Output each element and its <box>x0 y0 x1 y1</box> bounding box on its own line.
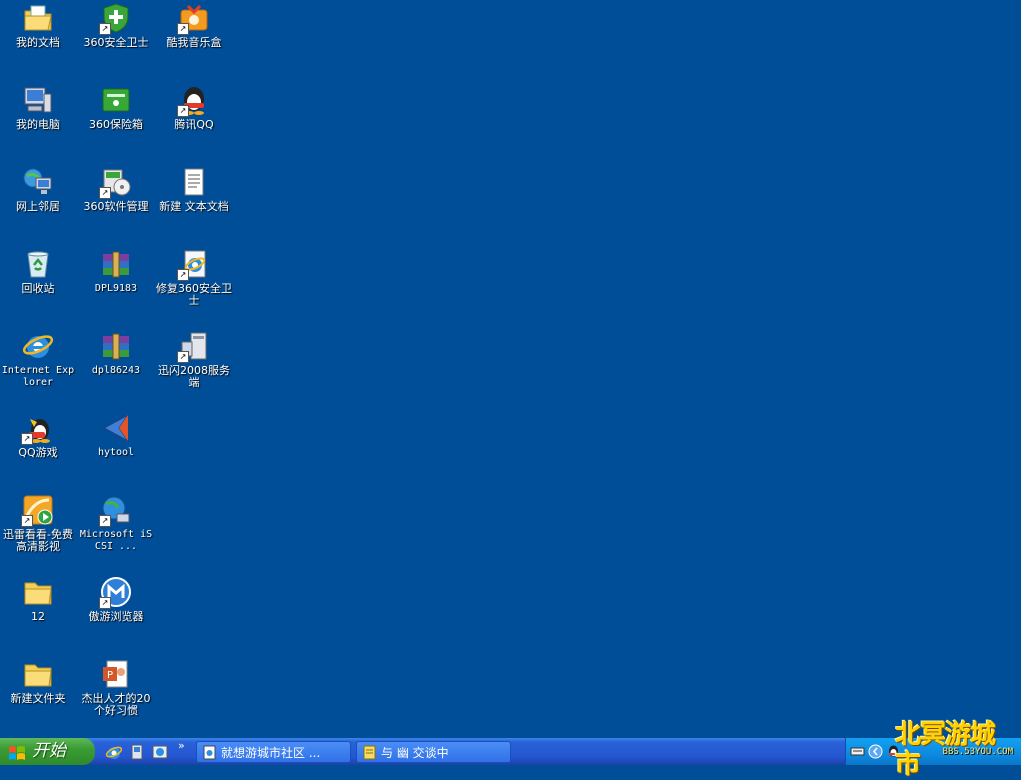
quicklaunch-ie-icon[interactable] <box>105 743 123 761</box>
qq-penguin-icon: ↗ <box>177 84 210 117</box>
powerpoint-icon: P <box>100 658 132 690</box>
icon-label: 我的电脑 <box>16 118 60 131</box>
windows-flag-icon <box>8 743 26 760</box>
desktop-icon-iscsi[interactable]: ↗ Microsoft iSCSI ... <box>77 492 155 553</box>
desktop-icon-my-documents[interactable]: 我的文档 <box>0 0 77 49</box>
desktop-icon-my-computer[interactable]: 我的电脑 <box>0 82 77 131</box>
taskbar-button-label: 就想游城市社区 ... <box>221 746 321 760</box>
desktop-icon-internet-explorer[interactable]: Internet Explorer <box>0 328 77 389</box>
taskbar: 开始 » 就想游城市社区 ... 与 幽 交谈中 <box>0 738 1021 765</box>
icon-label: 网上邻居 <box>16 200 60 213</box>
watermark-url: BBS.53YOU.COM <box>942 747 1013 757</box>
shortcut-arrow-icon: ↗ <box>21 515 33 527</box>
icon-label: 杰出人才的20个好习惯 <box>81 692 151 717</box>
winrar-icon <box>100 248 132 280</box>
desktop-icon-maxthon[interactable]: ↗ 傲游浏览器 <box>77 574 155 623</box>
icon-label: Internet Explorer <box>1 365 75 388</box>
desktop-icon-360-safe-box[interactable]: 360保险箱 <box>77 82 155 131</box>
quicklaunch-media-icon[interactable] <box>128 743 146 761</box>
desktop-icon-xunlei[interactable]: ↗ 迅雷看看-免费高清影视 <box>0 492 77 553</box>
text-document-icon <box>178 166 210 198</box>
svg-text:P: P <box>107 670 113 681</box>
taskbar-button-chat[interactable]: 与 幽 交谈中 <box>356 741 511 763</box>
desktop-icon-dpl86243[interactable]: dpl86243 <box>77 328 155 377</box>
desktop: 我的文档 我的电脑 网上邻居 回收站 Internet Explorer ↗ Q… <box>0 0 1021 738</box>
desktop-icon-recycle-bin[interactable]: 回收站 <box>0 246 77 295</box>
icon-label: QQ游戏 <box>18 446 58 459</box>
qq-game-icon: ↗ <box>21 412 54 445</box>
desktop-icon-qq[interactable]: ↗ 腾讯QQ <box>155 82 233 131</box>
desktop-icon-xunshan[interactable]: ↗ 迅闪2008服务端 <box>155 328 233 389</box>
folder-icon <box>22 576 54 608</box>
software-manager-icon: ↗ <box>99 166 132 199</box>
icon-label: DPL9183 <box>94 283 138 294</box>
desktop-icon-new-folder[interactable]: 新建文件夹 <box>0 656 77 705</box>
shortcut-arrow-icon: ↗ <box>99 187 111 199</box>
shortcut-arrow-icon: ↗ <box>99 597 111 609</box>
desktop-icon-hytool[interactable]: hytool <box>77 410 155 459</box>
folder-documents-icon <box>22 2 54 34</box>
quicklaunch-more-button[interactable]: » <box>178 739 185 752</box>
shortcut-arrow-icon: ↗ <box>99 515 111 527</box>
safe-icon <box>100 84 132 116</box>
desktop-icon-kuwo[interactable]: ↗ 酷我音乐盒 <box>155 0 233 49</box>
shortcut-arrow-icon: ↗ <box>21 433 33 445</box>
icon-label: Microsoft iSCSI ... <box>79 529 153 552</box>
icon-label: 新建 文本文档 <box>159 200 229 213</box>
desktop-icon-dpl9183[interactable]: DPL9183 <box>77 246 155 295</box>
shortcut-arrow-icon: ↗ <box>177 269 189 281</box>
icon-label: hytool <box>97 447 135 458</box>
desktop-icon-new-text[interactable]: 新建 文本文档 <box>155 164 233 213</box>
shield-icon: ↗ <box>99 2 132 35</box>
browser-page-icon <box>202 745 217 760</box>
icon-label: 迅闪2008服务端 <box>158 364 230 389</box>
ie-document-icon: ↗ <box>177 248 210 281</box>
shortcut-arrow-icon: ↗ <box>177 351 189 363</box>
desktop-icon-360-safe[interactable]: ↗ 360安全卫士 <box>77 0 155 49</box>
icon-label: 12 <box>31 610 45 623</box>
desktop-icon-360-software[interactable]: ↗ 360软件管理 <box>77 164 155 213</box>
desktop-icon-repair-360[interactable]: ↗ 修复360安全卫士 <box>155 246 233 307</box>
desktop-icon-network[interactable]: 网上邻居 <box>0 164 77 213</box>
icon-label: 迅雷看看-免费高清影视 <box>3 528 73 553</box>
quicklaunch-show-desktop-icon[interactable] <box>151 743 169 761</box>
network-icon <box>22 166 54 198</box>
shortcut-arrow-icon: ↗ <box>177 23 189 35</box>
xunlei-player-icon: ↗ <box>21 494 54 527</box>
shortcut-arrow-icon: ↗ <box>177 105 189 117</box>
music-box-icon: ↗ <box>177 2 210 35</box>
internet-explorer-icon <box>22 330 54 362</box>
chat-window-icon <box>362 745 377 760</box>
keyboard-icon[interactable] <box>850 744 865 759</box>
desktop-icon-ppt[interactable]: P 杰出人才的20个好习惯 <box>77 656 155 717</box>
winrar-icon <box>100 330 132 362</box>
icon-label: 傲游浏览器 <box>88 610 144 623</box>
taskbar-button-browser[interactable]: 就想游城市社区 ... <box>196 741 351 763</box>
desktop-icon-folder-12[interactable]: 12 <box>0 574 77 623</box>
icon-label: 我的文档 <box>16 36 60 49</box>
start-label: 开始 <box>32 741 66 761</box>
folder-icon <box>22 658 54 690</box>
icon-label: dpl86243 <box>91 365 141 376</box>
hytool-arrow-icon <box>100 412 132 444</box>
server-icon: ↗ <box>177 330 210 363</box>
icon-label: 回收站 <box>21 282 55 295</box>
maxthon-icon: ↗ <box>99 576 132 609</box>
desktop-icon-qq-game[interactable]: ↗ QQ游戏 <box>0 410 77 459</box>
icon-label: 360软件管理 <box>83 200 149 213</box>
globe-network-icon: ↗ <box>99 494 132 527</box>
recycle-bin-icon <box>22 248 54 280</box>
taskbar-button-label: 与 幽 交谈中 <box>381 746 449 760</box>
icon-label: 360安全卫士 <box>83 36 149 49</box>
tray-expand-icon[interactable] <box>868 744 883 759</box>
icon-label: 360保险箱 <box>89 118 143 131</box>
shortcut-arrow-icon: ↗ <box>99 23 111 35</box>
icon-label: 酷我音乐盒 <box>166 36 222 49</box>
icon-label: 新建文件夹 <box>10 692 66 705</box>
icon-label: 修复360安全卫士 <box>156 282 232 307</box>
watermark-logo: 北冥游城市 BBS.53YOU.COM <box>895 720 1017 780</box>
icon-label: 腾讯QQ <box>174 118 214 131</box>
start-button[interactable]: 开始 <box>0 738 95 765</box>
computer-icon <box>22 84 54 116</box>
